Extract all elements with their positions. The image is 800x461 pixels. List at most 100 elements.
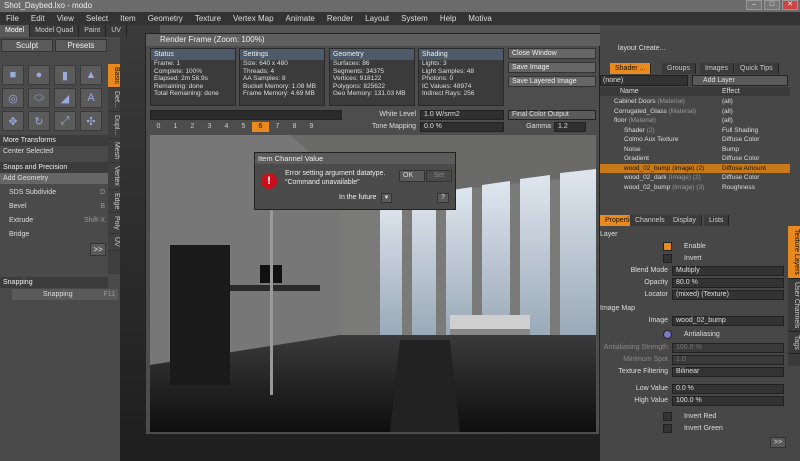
help-button[interactable]: ? xyxy=(437,193,449,203)
tree-row[interactable]: Colmo Aux Texture Diffuse Color xyxy=(600,135,790,145)
tab-paint[interactable]: Paint xyxy=(79,25,107,37)
filtering-select[interactable]: Bilinear xyxy=(672,366,784,377)
menu-texture[interactable]: Texture xyxy=(189,12,227,25)
invert-red-checkbox[interactable] xyxy=(663,412,672,421)
vtab-uv[interactable]: UV xyxy=(108,234,120,251)
menu-help[interactable]: Help xyxy=(434,12,462,25)
tab-quick-tips[interactable]: Quick Tips xyxy=(735,63,779,74)
menu-file[interactable]: File xyxy=(0,12,25,25)
tree-row[interactable]: Noise Bump xyxy=(600,145,790,155)
torus-icon[interactable]: ◎ xyxy=(2,88,24,108)
menu-vertex-map[interactable]: Vertex Map xyxy=(227,12,279,25)
frame-9[interactable]: 9 xyxy=(303,122,320,132)
tool-extrude[interactable]: Extrude Shift-X xyxy=(0,215,108,226)
more-transforms[interactable]: More Transforms xyxy=(0,135,108,146)
cube-icon[interactable]: ■ xyxy=(2,65,24,85)
tool-bridge[interactable]: Bridge xyxy=(0,229,108,240)
sculpt-button[interactable]: Sculpt xyxy=(1,39,53,52)
tool-sds-subdivide[interactable]: SDS Subdivide D xyxy=(0,187,108,198)
min-spot-field[interactable]: 1.0 xyxy=(672,354,784,365)
invert-green-row[interactable]: Invert Green xyxy=(600,423,790,434)
antialias-row[interactable]: Antialiasing xyxy=(600,329,790,340)
filter-select[interactable]: (none) xyxy=(600,75,688,86)
vtab-tags[interactable]: Tags xyxy=(788,332,800,355)
vtab-basic[interactable]: Basic xyxy=(108,64,120,89)
menu-view[interactable]: View xyxy=(51,12,80,25)
transform-icon[interactable]: ✣ xyxy=(80,111,102,131)
tab-lists[interactable]: Lists xyxy=(704,215,730,226)
tree-row-selected[interactable]: wood_02_bump (Image) (2) Diffuse Amount xyxy=(600,163,790,173)
image-select[interactable]: wood_02_bump xyxy=(672,315,784,326)
menu-item[interactable]: Item xyxy=(114,12,142,25)
enable-checkbox[interactable] xyxy=(663,242,672,251)
capsule-icon[interactable]: ⬭ xyxy=(28,88,50,108)
presets-button[interactable]: Presets xyxy=(55,39,107,52)
menu-geometry[interactable]: Geometry xyxy=(142,12,189,25)
cylinder-icon[interactable]: ▮ xyxy=(54,65,76,85)
close-window-button[interactable]: Close Window xyxy=(508,48,596,59)
tree-row[interactable]: floor (Material) (all) xyxy=(600,116,790,126)
set-button[interactable]: Set xyxy=(426,170,452,182)
snapping-button[interactable]: Snapping F11 xyxy=(12,289,118,300)
maximize-button[interactable]: □ xyxy=(764,0,780,10)
frame-5[interactable]: 5 xyxy=(235,122,252,132)
add-layer-button[interactable]: Add Layer xyxy=(692,75,788,86)
vtab-user-channels[interactable]: User Channels xyxy=(788,279,800,333)
tab-images[interactable]: Images xyxy=(700,63,734,74)
low-field[interactable]: 0.0 % xyxy=(672,383,784,394)
invert-green-checkbox[interactable] xyxy=(663,424,672,433)
vtab-texture-layers[interactable]: Texture Layers xyxy=(788,226,800,279)
scale-icon[interactable]: ⤢ xyxy=(54,111,76,131)
menu-render[interactable]: Render xyxy=(321,12,359,25)
tree-row[interactable]: Cabinet Doors (Material) (all) xyxy=(600,97,790,107)
tab-groups[interactable]: Groups xyxy=(662,63,696,74)
tab-display[interactable]: Display xyxy=(668,215,702,226)
opacity-field[interactable]: 80.0 % xyxy=(672,277,784,288)
snaps-precision[interactable]: Snaps and Precision xyxy=(0,162,108,173)
tool-bevel[interactable]: Bevel B xyxy=(0,201,108,212)
tree-row[interactable]: wood_02_dark (Image) (2) Diffuse Color xyxy=(600,173,790,183)
tree-row[interactable]: wood_02_bump (Image) (3) Roughness xyxy=(600,183,790,193)
vtab-mesh[interactable]: Mesh xyxy=(108,139,120,164)
save-layered-image-button[interactable]: Save Layered Image xyxy=(508,76,596,87)
tree-row[interactable]: Corrugated_Glass (Material) (all) xyxy=(600,107,790,117)
props-more-button[interactable]: >> xyxy=(770,437,786,448)
invert-red-row[interactable]: Invert Red xyxy=(600,411,790,422)
tone-mapping-field[interactable]: 0.0 % xyxy=(420,122,504,132)
menu-system[interactable]: System xyxy=(395,12,434,25)
gamma-field[interactable]: 1.2 xyxy=(554,122,586,132)
frame-8[interactable]: 8 xyxy=(286,122,303,132)
minimize-button[interactable]: – xyxy=(746,0,762,10)
enable-row[interactable]: Enable xyxy=(600,241,790,252)
sphere-icon[interactable]: ● xyxy=(28,65,50,85)
menu-edit[interactable]: Edit xyxy=(25,12,51,25)
frame-1[interactable]: 1 xyxy=(167,122,184,132)
vtab-poly[interactable]: Poly xyxy=(108,213,120,235)
tab-uv[interactable]: UV xyxy=(106,25,127,37)
vtab-edge[interactable]: Edge xyxy=(108,190,120,214)
vtab-deform[interactable]: Def... xyxy=(108,88,120,112)
tab-shader-tree[interactable]: Shader ... xyxy=(610,63,652,74)
vtab-duplicate[interactable]: Dupl... xyxy=(108,112,120,140)
blend-select[interactable]: Multiply xyxy=(672,265,784,276)
frame-0[interactable]: 0 xyxy=(150,122,167,132)
center-selected[interactable]: Center Selected xyxy=(0,146,108,157)
frame-3[interactable]: 3 xyxy=(201,122,218,132)
shader-tree[interactable]: Cabinet Doors (Material) (all) Corrugated… xyxy=(600,97,790,197)
text-icon[interactable]: A xyxy=(80,88,102,108)
tree-row[interactable]: Gradient Diffuse Color xyxy=(600,154,790,164)
rotate-icon[interactable]: ↻ xyxy=(28,111,50,131)
tree-row[interactable]: Shader (2) Full Shading xyxy=(600,126,790,136)
white-level-field[interactable]: 1.0 W/srm2 xyxy=(420,110,504,120)
menu-select[interactable]: Select xyxy=(80,12,114,25)
frame-2[interactable]: 2 xyxy=(184,122,201,132)
frame-4[interactable]: 4 xyxy=(218,122,235,132)
save-image-button[interactable]: Save Image xyxy=(508,62,596,73)
ok-button[interactable]: OK xyxy=(399,170,425,182)
tab-model-quad[interactable]: Model Quad xyxy=(30,25,80,37)
high-field[interactable]: 100.0 % xyxy=(672,395,784,406)
move-icon[interactable]: ✥ xyxy=(2,111,24,131)
antialias-toggle[interactable] xyxy=(663,330,672,339)
menu-animate[interactable]: Animate xyxy=(280,12,321,25)
locator-select[interactable]: (mixed) (Texture) xyxy=(672,289,784,300)
